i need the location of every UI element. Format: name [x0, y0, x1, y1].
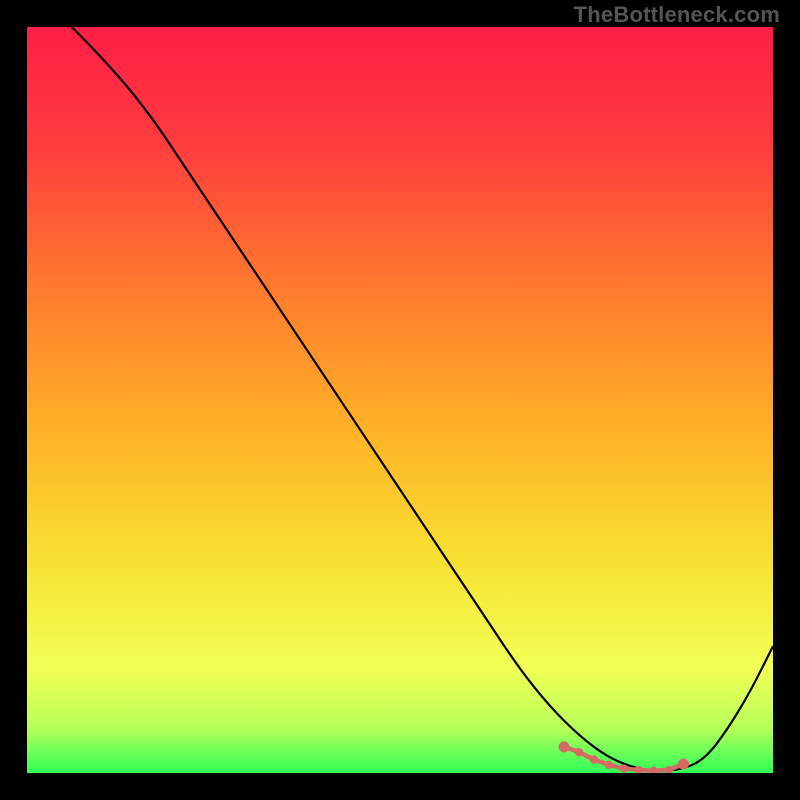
optimal-point [605, 761, 613, 769]
optimal-point [590, 755, 598, 763]
optimal-point [620, 764, 628, 772]
optimal-point [575, 748, 583, 756]
chart-frame [27, 27, 773, 773]
optimal-point [678, 759, 689, 770]
gradient-background [27, 27, 773, 773]
watermark-text: TheBottleneck.com [574, 2, 780, 28]
bottleneck-chart [27, 27, 773, 773]
optimal-point [559, 741, 570, 752]
